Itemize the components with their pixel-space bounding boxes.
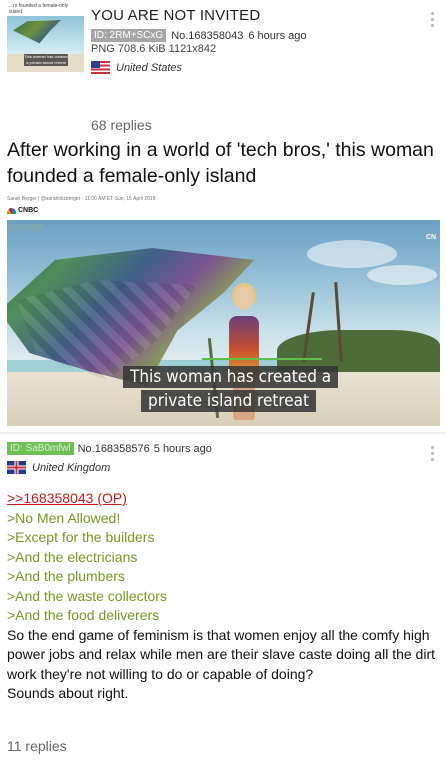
op-meta: ID: 2RM+SCxG No.168358043 6 hours ago (91, 29, 306, 42)
thumb-caption: ...rs founded a female-only island (7, 2, 84, 16)
cloud (307, 240, 397, 268)
poster-id-badge[interactable]: ID: SaB0mfwl (7, 442, 74, 455)
source-name: CNBC (18, 207, 39, 214)
reply-text: So the end game of feminism is that wome… (7, 626, 436, 682)
file-info: PNG 708.6 KiB 1121x842 (91, 43, 217, 55)
cloud (367, 265, 437, 285)
video-tag (9, 224, 43, 231)
greentext-line: >And the electricians (7, 548, 138, 565)
cnbc-peacock-icon (7, 207, 16, 214)
flag-uk-icon (7, 461, 26, 474)
post-number[interactable]: No.168358576 (78, 443, 150, 455)
thumb-label: This woman has created a private island … (24, 54, 68, 66)
poster-id-badge[interactable]: ID: 2RM+SCxG (91, 29, 167, 42)
reply-country: United Kingdom (7, 461, 110, 474)
reply-meta: ID: SaB0mfwl No.168358576 5 hours ago (7, 442, 212, 455)
post-subject: YOU ARE NOT INVITED (91, 7, 261, 24)
greentext-line: >No Men Allowed! (7, 509, 121, 526)
video-accent-line (202, 358, 322, 360)
greentext-line: >Except for the builders (7, 529, 155, 545)
flag-us-icon (91, 61, 110, 74)
greentext-line: >And the plumbers (7, 568, 125, 584)
op-post: ...rs founded a female-only island This … (0, 0, 446, 432)
reply-text: Sounds about right. (7, 685, 129, 701)
video-person-head (235, 286, 253, 310)
video-caption-line2: private island retreat (141, 390, 317, 412)
image-byline: Sarah Berger | @saraholizberger · 11:00 … (7, 196, 156, 202)
cnbc-bug: CN (425, 234, 437, 241)
greentext-line: >And the food deliverers (7, 607, 160, 623)
video-lower-third: This woman has created a private island … (123, 366, 339, 412)
video-caption-line1: This woman has created a (123, 366, 339, 388)
post-number[interactable]: No.168358043 (171, 30, 243, 42)
quote-link[interactable]: >>168358043 (OP) (7, 489, 439, 509)
op-replies-count[interactable]: 68 replies (91, 117, 152, 133)
post-time: 5 hours ago (153, 442, 212, 455)
more-vert-icon[interactable] (431, 12, 435, 27)
op-thumbnail[interactable]: ...rs founded a female-only island This … (7, 2, 84, 72)
reply-body: >>168358043 (OP) >No Men Allowed! >Excep… (7, 489, 439, 704)
more-vert-icon[interactable] (431, 446, 435, 461)
cnbc-logo: CNBC (7, 207, 38, 214)
post-time: 6 hours ago (248, 29, 307, 42)
reply-replies-count[interactable]: 11 replies (7, 738, 67, 754)
image-headline: After working in a world of 'tech bros,'… (7, 139, 434, 187)
op-country: United States (91, 61, 182, 74)
reply-post: ID: SaB0mfwl No.168358576 5 hours ago Un… (0, 434, 446, 767)
greentext-line: >And the waste collectors (7, 587, 167, 604)
country-name: United Kingdom (32, 461, 111, 474)
country-name: United States (116, 61, 183, 74)
video-frame[interactable]: CN This woman has created a private isla… (7, 220, 440, 426)
